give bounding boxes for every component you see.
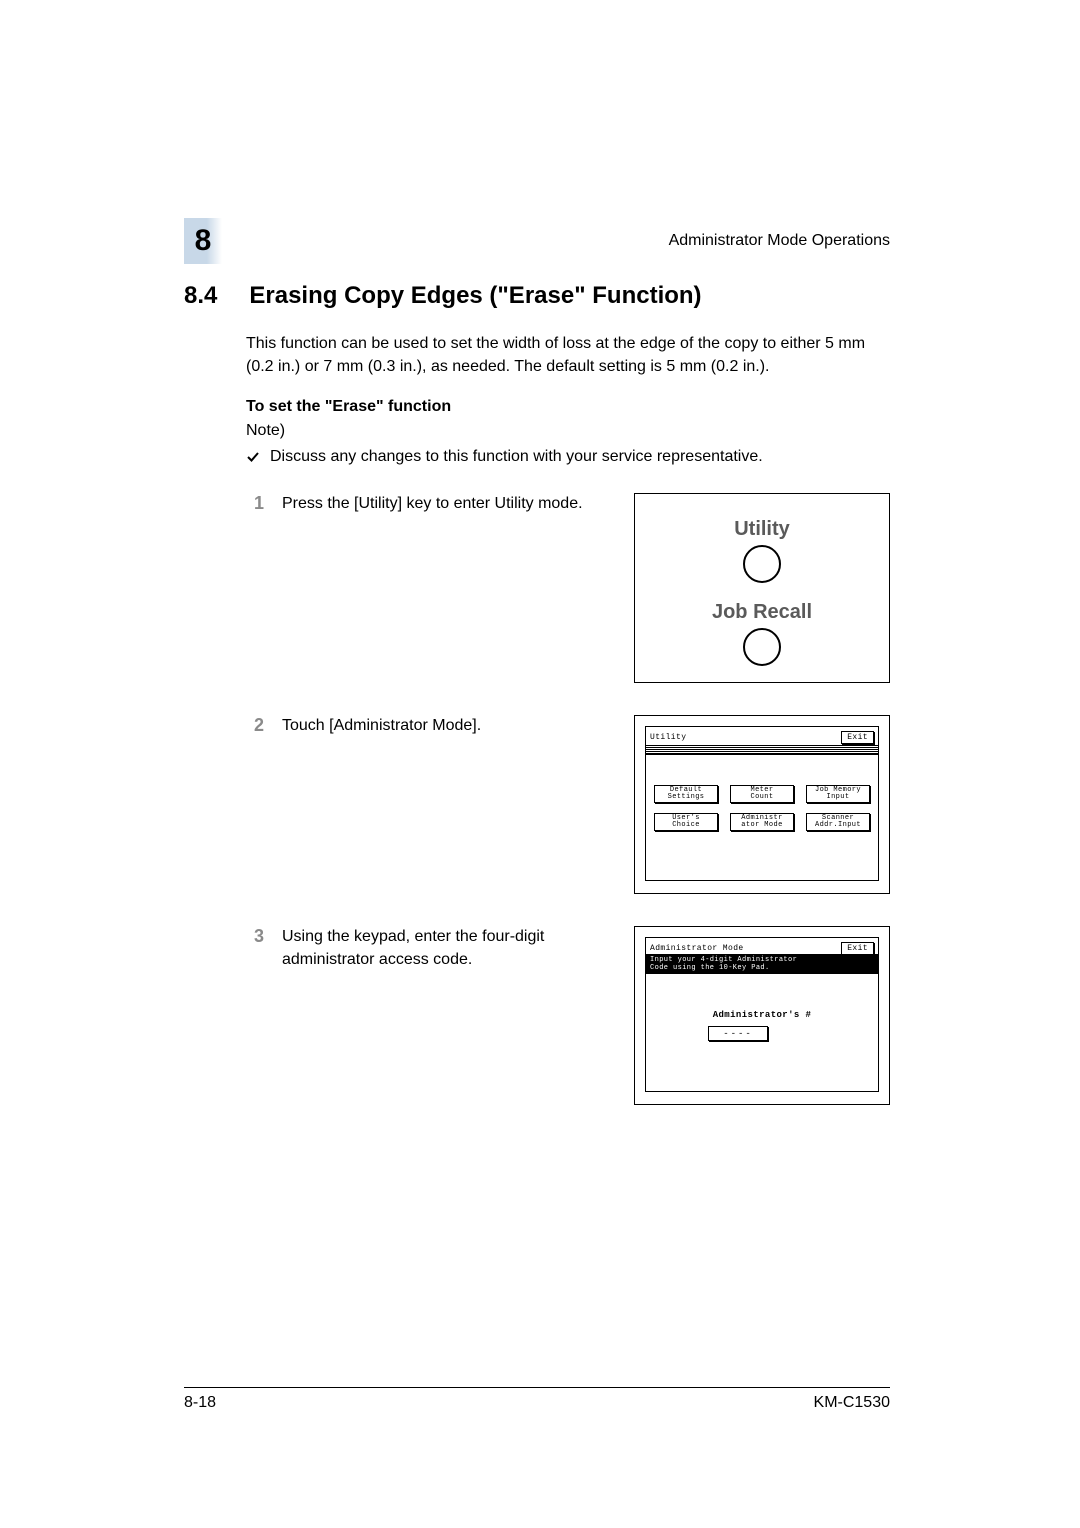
step-text: Using the keypad, enter the four-digit a… [282, 926, 612, 1105]
meter-count-button[interactable]: Meter Count [730, 785, 794, 803]
step-number: 3 [246, 926, 264, 1105]
body-column: This function can be used to set the wid… [246, 332, 890, 1105]
intro-paragraph: This function can be used to set the wid… [246, 332, 890, 378]
footer-rule [184, 1387, 890, 1388]
utility-key-label: Utility [734, 518, 790, 541]
step-1: 1 Press the [Utility] key to enter Utili… [246, 493, 890, 683]
step-number: 2 [246, 715, 264, 894]
exit-button[interactable]: Exit [841, 942, 874, 955]
section-heading: 8.4 Erasing Copy Edges ("Erase" Function… [184, 282, 890, 310]
users-choice-button[interactable]: User's Choice [654, 813, 718, 831]
lcd-instruction: Input your 4-digit Administrator Code us… [646, 954, 878, 974]
lcd-titlebar: Utility Exit [646, 727, 878, 745]
figure-utility-keys: Utility Job Recall [634, 493, 890, 683]
note-bullet: Discuss any changes to this function wit… [246, 448, 890, 469]
job-recall-key: Job Recall [712, 601, 812, 666]
header-section-title: Administrator Mode Operations [669, 232, 890, 250]
scanner-addr-input-button[interactable]: Scanner Addr.Input [806, 813, 870, 831]
step-text: Touch [Administrator Mode]. [282, 715, 612, 894]
procedure-heading: To set the "Erase" function [246, 398, 890, 416]
utility-key-button[interactable] [743, 545, 781, 583]
checkmark-icon [246, 450, 260, 469]
job-recall-key-label: Job Recall [712, 601, 812, 624]
step-3: 3 Using the keypad, enter the four-digit… [246, 926, 890, 1105]
utility-key: Utility [734, 518, 790, 583]
chapter-badge: 8 [184, 218, 222, 264]
model-number: KM-C1530 [814, 1394, 890, 1412]
step-2: 2 Touch [Administrator Mode]. Utility Ex… [246, 715, 890, 894]
chapter-number: 8 [195, 224, 212, 258]
lcd-title: Administrator Mode [650, 944, 744, 953]
administrator-mode-button[interactable]: Administr ator Mode [730, 813, 794, 831]
figure-utility-screen: Utility Exit Default Settings [634, 715, 890, 894]
default-settings-button[interactable]: Default Settings [654, 785, 718, 803]
lcd-divider [646, 745, 878, 755]
admin-code-label: Administrator's # [646, 1010, 878, 1020]
note-label: Note) [246, 422, 890, 440]
job-memory-input-button[interactable]: Job Memory Input [806, 785, 870, 803]
section-title: Erasing Copy Edges ("Erase" Function) [249, 282, 701, 310]
manual-page: 8 Administrator Mode Operations 8.4 Eras… [0, 0, 1080, 1528]
job-recall-key-button[interactable] [743, 628, 781, 666]
lcd-title: Utility [650, 733, 686, 742]
exit-button[interactable]: Exit [841, 731, 874, 744]
page-footer: 8-18 KM-C1530 [184, 1387, 890, 1412]
page-header: 8 Administrator Mode Operations [184, 218, 890, 264]
note-bullet-text: Discuss any changes to this function wit… [270, 448, 763, 469]
page-number: 8-18 [184, 1394, 216, 1412]
step-text: Press the [Utility] key to enter Utility… [282, 493, 612, 683]
section-number: 8.4 [184, 282, 217, 310]
step-number: 1 [246, 493, 264, 683]
figure-admin-code-screen: Administrator Mode Exit Input your 4-dig… [634, 926, 890, 1105]
admin-code-input[interactable]: ---- [708, 1026, 768, 1041]
